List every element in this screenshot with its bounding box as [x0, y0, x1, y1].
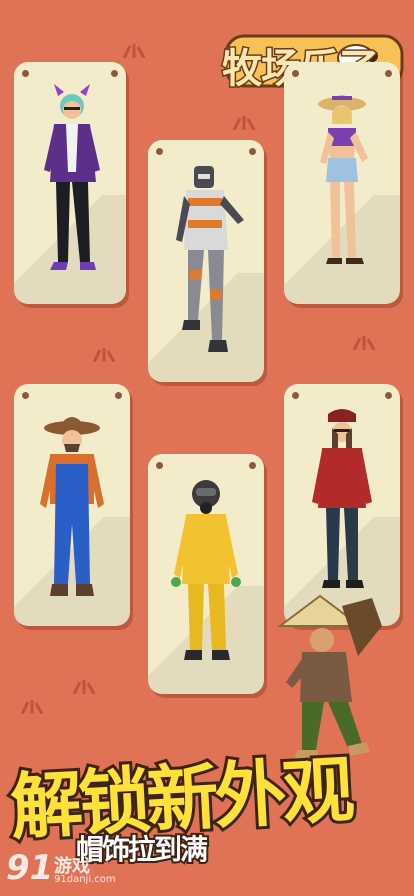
grass-icon: [122, 44, 146, 58]
character-card-hazmat[interactable]: [148, 454, 264, 694]
character-card-robot[interactable]: [148, 140, 264, 382]
cat-ear-headphones-girl-icon: [44, 84, 100, 270]
grass-icon: [72, 680, 96, 694]
character-card-straw-hat-girl[interactable]: [284, 62, 400, 304]
grass-icon: [20, 700, 44, 714]
headline: 解锁新外观: [6, 745, 356, 853]
farmer-overalls-icon: [40, 417, 104, 596]
character-card-hoodie-girl[interactable]: [14, 62, 126, 304]
summer-girl-icon: [318, 95, 368, 264]
watermark-url: 91danji.com: [54, 874, 116, 885]
grass-icon: [352, 336, 376, 350]
grass-icon: [232, 116, 256, 130]
site-watermark: 91 游戏 91danji.com: [2, 848, 122, 892]
character-card-cowboy-farmer[interactable]: [14, 384, 130, 626]
robot-armor-icon: [176, 166, 244, 352]
yellow-hazmat-icon: [171, 480, 241, 660]
grass-icon: [92, 348, 116, 362]
watermark-number: 91: [6, 848, 54, 888]
